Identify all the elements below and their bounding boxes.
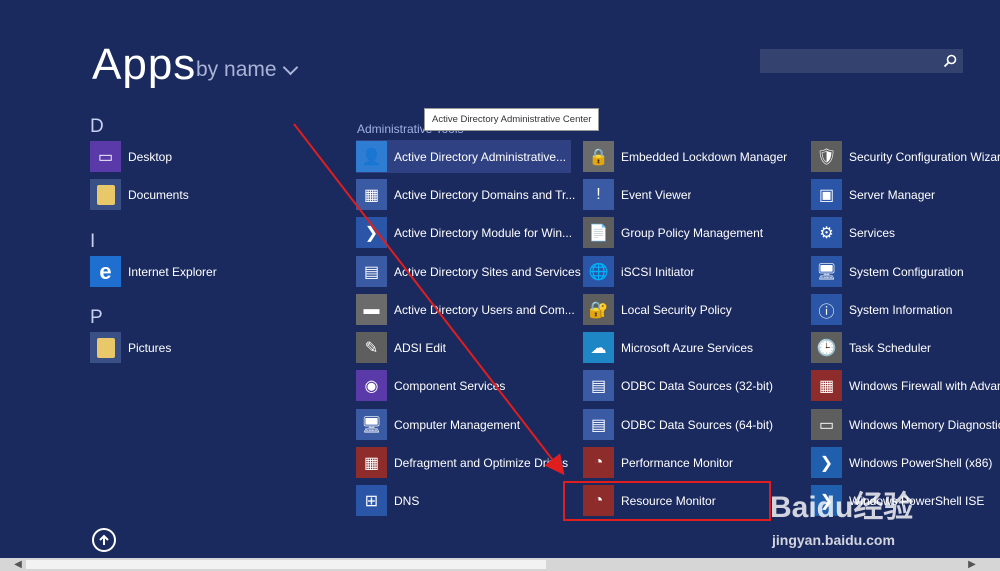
scroll-right-arrow-icon[interactable]: ▶ bbox=[966, 558, 978, 571]
scrollbar-thumb[interactable] bbox=[26, 560, 546, 569]
watermark-url: jingyan.baidu.com bbox=[772, 532, 895, 548]
highlight-box bbox=[563, 481, 771, 521]
scroll-left-arrow-icon[interactable]: ◀ bbox=[12, 558, 24, 571]
arrow-up-icon bbox=[99, 534, 109, 545]
watermark: Baidu经验 jingyan.baidu.com bbox=[770, 482, 913, 548]
watermark-logo: Baidu经验 bbox=[770, 491, 914, 524]
scroll-up-button[interactable] bbox=[92, 528, 116, 552]
